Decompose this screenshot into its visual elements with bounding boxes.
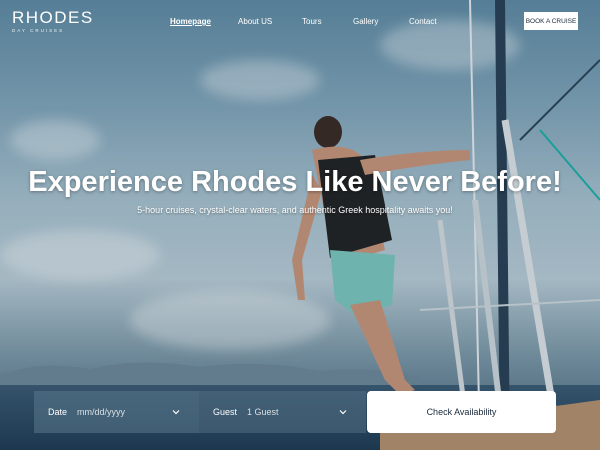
nav-link-homepage[interactable]: Homepage [170, 17, 211, 26]
check-availability-button[interactable]: Check Availability [367, 391, 556, 433]
guest-select[interactable]: 1 Guest [247, 407, 279, 417]
hero-background [0, 0, 600, 450]
guest-label: Guest [213, 407, 238, 417]
nav-link-about[interactable]: About US [238, 17, 272, 26]
book-cruise-button[interactable]: BOOK A CRUISE [524, 12, 578, 30]
booking-bar: Date mm/dd/yyyy Guest 1 Guest Check Avai… [34, 391, 556, 433]
nav-link-gallery[interactable]: Gallery [353, 17, 378, 26]
top-navbar: RHODES DAY CRUISES Homepage About US Tou… [0, 0, 600, 42]
date-input[interactable]: mm/dd/yyyy [77, 407, 125, 417]
date-label: Date [48, 407, 68, 417]
brand-name: RHODES [12, 8, 94, 27]
hero-subtitle: 5-hour cruises, crystal-clear waters, an… [137, 205, 453, 215]
brand-tagline: DAY CRUISES [12, 28, 65, 33]
nav-link-tours[interactable]: Tours [302, 17, 322, 26]
date-field[interactable]: Date mm/dd/yyyy [34, 391, 199, 433]
nav-link-contact[interactable]: Contact [409, 17, 437, 26]
brand-logo[interactable]: RHODES DAY CRUISES [12, 9, 94, 33]
chevron-down-icon[interactable] [171, 407, 181, 417]
hero-title: Experience Rhodes Like Never Before! [28, 166, 562, 198]
guest-field[interactable]: Guest 1 Guest [199, 391, 366, 433]
chevron-down-icon[interactable] [338, 407, 348, 417]
